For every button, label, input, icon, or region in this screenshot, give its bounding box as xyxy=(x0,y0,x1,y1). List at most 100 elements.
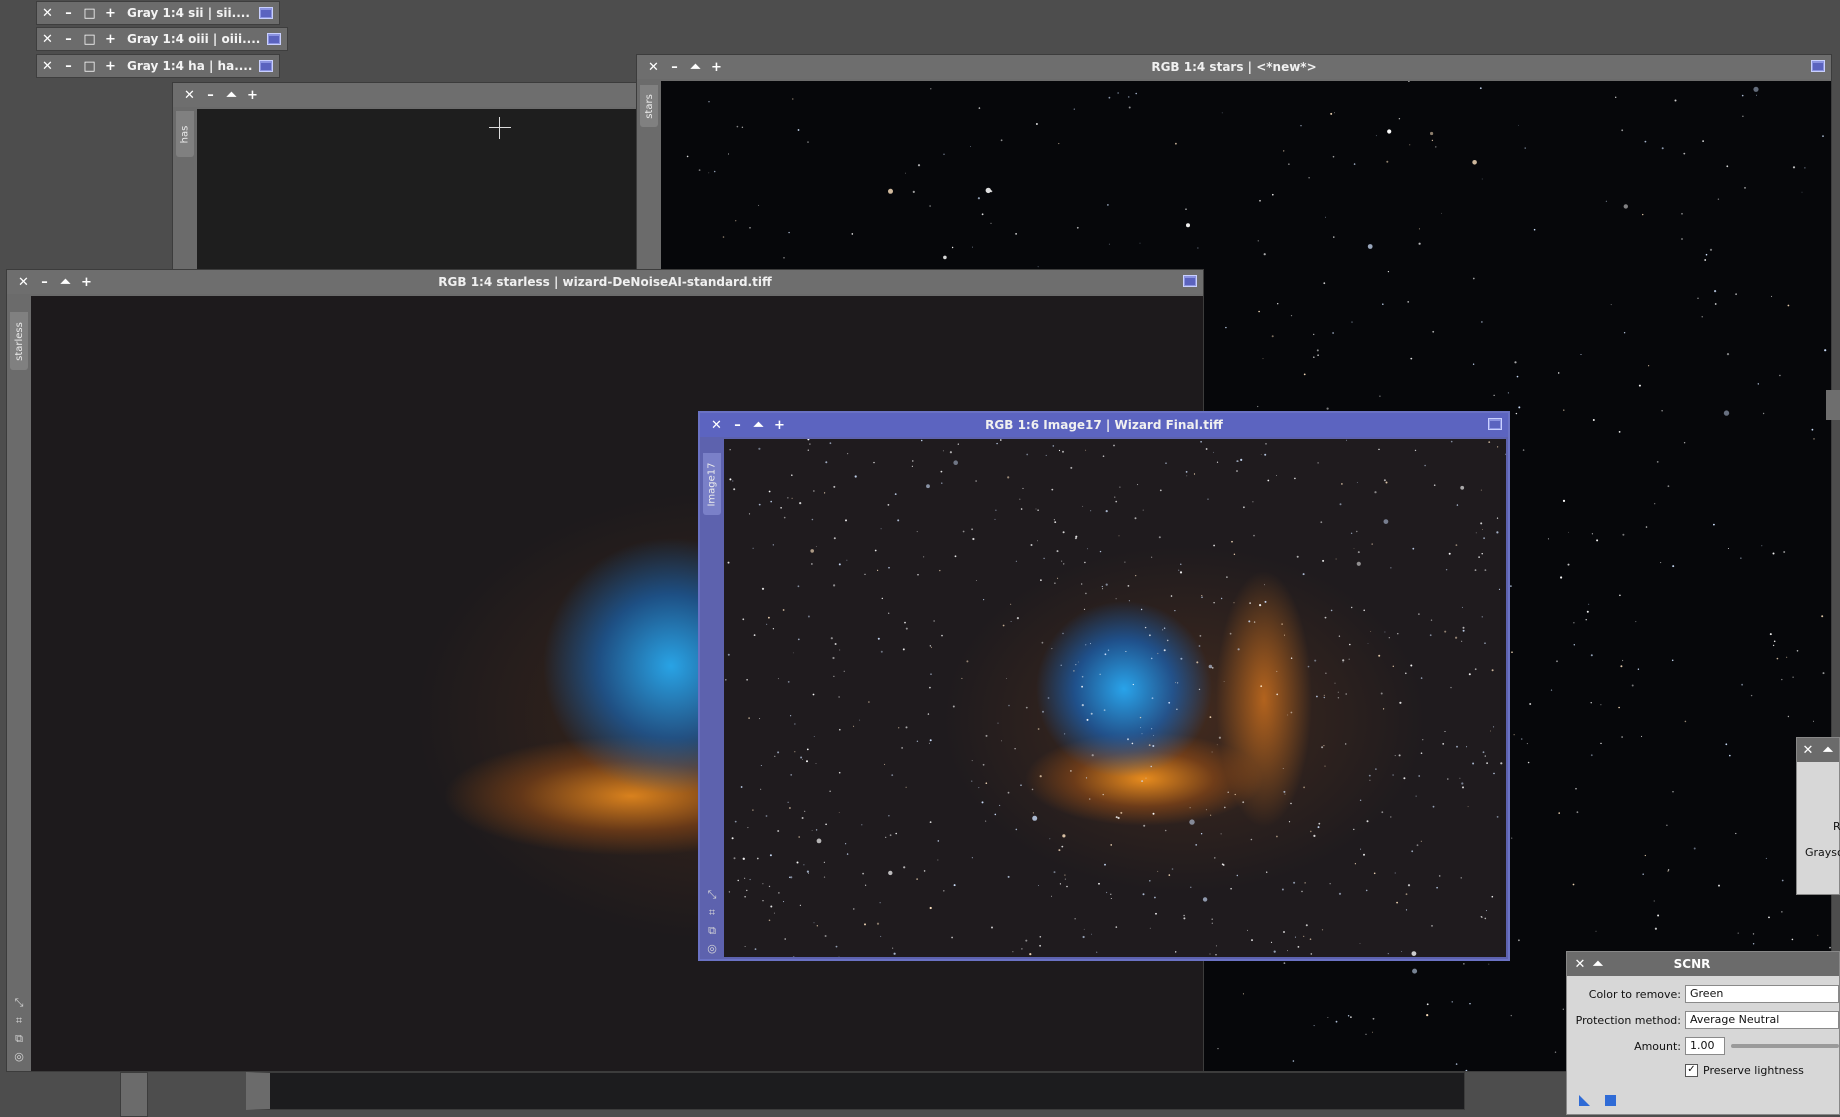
iconize-icon[interactable]: □ xyxy=(79,1,100,25)
iconize-icon[interactable]: □ xyxy=(79,54,100,78)
close-icon[interactable]: ✕ xyxy=(179,83,200,107)
star xyxy=(800,757,802,759)
mini-window-sii[interactable]: ✕ – □ + Gray 1:4 sii | sii.... xyxy=(36,1,280,25)
star xyxy=(1496,531,1498,533)
star xyxy=(1771,296,1772,297)
window-titlebar[interactable]: ✕ – ⏶ + RGB 1:4 starless | wizard-DeNois… xyxy=(7,270,1203,294)
amount-input[interactable]: 1.00 xyxy=(1685,1037,1725,1055)
shade-icon[interactable]: ⏶ xyxy=(1589,952,1607,976)
preserve-lightness-checkbox[interactable]: ✓ xyxy=(1685,1064,1698,1077)
shade-icon[interactable]: ⏶ xyxy=(685,55,706,79)
star xyxy=(1681,213,1683,215)
star xyxy=(1149,634,1151,636)
star xyxy=(847,453,848,454)
star xyxy=(1525,147,1526,148)
clone-icon[interactable]: ⧉ xyxy=(15,1032,23,1046)
zoom-icon[interactable]: ⌗ xyxy=(16,1014,22,1028)
view-tab[interactable]: Image17 xyxy=(703,453,721,515)
star xyxy=(1152,697,1154,699)
minimize-icon[interactable]: – xyxy=(58,54,79,78)
close-icon[interactable]: ✕ xyxy=(37,1,58,25)
add-icon[interactable]: + xyxy=(76,270,97,294)
close-icon[interactable]: ✕ xyxy=(643,55,664,79)
clone-icon[interactable]: ⧉ xyxy=(708,924,716,938)
add-icon[interactable]: + xyxy=(100,54,121,78)
view-tab[interactable]: stars xyxy=(640,85,658,127)
star xyxy=(1706,254,1708,256)
star xyxy=(1497,816,1499,818)
star xyxy=(1421,752,1423,754)
close-icon[interactable]: ✕ xyxy=(706,413,727,437)
add-icon[interactable]: + xyxy=(706,55,727,79)
maximize-icon[interactable] xyxy=(1811,60,1825,72)
close-icon[interactable]: ✕ xyxy=(13,270,34,294)
star xyxy=(1340,503,1342,505)
maximize-icon[interactable] xyxy=(267,33,281,45)
shade-icon[interactable]: ⏶ xyxy=(748,413,769,437)
add-icon[interactable]: + xyxy=(242,83,263,107)
maximize-icon[interactable] xyxy=(1183,275,1197,287)
star xyxy=(1349,644,1351,646)
window-titlebar[interactable]: ✕ – ⏶ + RGB 1:4 stars | <*new*> xyxy=(637,55,1831,79)
minimize-icon[interactable]: – xyxy=(58,1,79,25)
star xyxy=(1206,809,1207,810)
panel-titlebar[interactable]: ✕ ⏶ xyxy=(1797,738,1839,762)
view-tab[interactable]: starless xyxy=(10,312,28,370)
view-tab[interactable]: has xyxy=(176,111,194,157)
amount-slider[interactable] xyxy=(1731,1044,1839,1048)
protection-method-select[interactable]: Average Neutral xyxy=(1685,1011,1839,1029)
star xyxy=(839,650,840,651)
mini-window-oiii[interactable]: ✕ – □ + Gray 1:4 oiii | oiii.... xyxy=(36,27,288,51)
minimize-icon[interactable]: – xyxy=(727,413,748,437)
maximize-icon[interactable] xyxy=(259,7,273,19)
star xyxy=(1328,1017,1329,1018)
panel-titlebar[interactable]: ✕ ⏶ SCNR xyxy=(1567,952,1839,976)
color-to-remove-select[interactable]: Green xyxy=(1685,985,1839,1003)
target-icon[interactable]: ◎ xyxy=(707,942,717,955)
star xyxy=(1373,1018,1375,1020)
apply-icon[interactable] xyxy=(1605,1095,1616,1106)
add-icon[interactable]: + xyxy=(100,27,121,51)
star xyxy=(1396,902,1398,904)
minimize-icon[interactable]: – xyxy=(664,55,685,79)
scnr-panel[interactable]: ✕ ⏶ SCNR Color to remove: Green Protecti… xyxy=(1566,951,1840,1115)
minimize-icon[interactable]: – xyxy=(200,83,221,107)
partial-process-panel[interactable]: ✕ ⏶ R Graysc xyxy=(1796,737,1840,895)
maximize-icon[interactable] xyxy=(1488,418,1502,430)
star xyxy=(834,537,836,539)
star xyxy=(1125,651,1126,652)
star xyxy=(1645,855,1646,856)
star xyxy=(825,824,827,826)
image17-window[interactable]: ✕ – ⏶ + RGB 1:6 Image17 | Wizard Final.t… xyxy=(698,411,1510,961)
zoom-icon[interactable]: ⌗ xyxy=(709,906,715,920)
close-icon[interactable]: ✕ xyxy=(37,27,58,51)
star xyxy=(1143,510,1144,511)
maximize-icon[interactable] xyxy=(259,60,273,72)
star xyxy=(1306,924,1308,926)
star xyxy=(1384,479,1386,481)
close-icon[interactable]: ✕ xyxy=(1571,952,1589,976)
image17-canvas[interactable] xyxy=(724,439,1506,957)
fit-icon[interactable]: ⤡ xyxy=(708,888,717,902)
close-icon[interactable]: ✕ xyxy=(1799,738,1817,762)
add-icon[interactable]: + xyxy=(100,1,121,25)
window-titlebar[interactable]: ✕ – ⏶ + xyxy=(173,83,641,107)
ha-image-canvas[interactable] xyxy=(197,109,641,281)
star xyxy=(1354,548,1355,549)
mini-window-ha[interactable]: ✕ – □ + Gray 1:4 ha | ha.... xyxy=(36,54,280,78)
shade-icon[interactable]: ⏶ xyxy=(221,83,242,107)
close-icon[interactable]: ✕ xyxy=(37,54,58,78)
add-icon[interactable]: + xyxy=(769,413,790,437)
fit-icon[interactable]: ⤡ xyxy=(15,996,24,1010)
star xyxy=(924,870,926,872)
iconize-icon[interactable]: □ xyxy=(79,27,100,51)
minimize-icon[interactable]: – xyxy=(34,270,55,294)
star xyxy=(807,141,808,142)
new-instance-icon[interactable] xyxy=(1579,1095,1590,1106)
shade-icon[interactable]: ⏶ xyxy=(55,270,76,294)
shade-icon[interactable]: ⏶ xyxy=(1819,738,1837,762)
minimize-icon[interactable]: – xyxy=(58,27,79,51)
target-icon[interactable]: ◎ xyxy=(14,1050,24,1063)
ha-image-window[interactable]: ✕ – ⏶ + has xyxy=(172,82,642,282)
window-titlebar[interactable]: ✕ – ⏶ + RGB 1:6 Image17 | Wizard Final.t… xyxy=(700,413,1508,437)
